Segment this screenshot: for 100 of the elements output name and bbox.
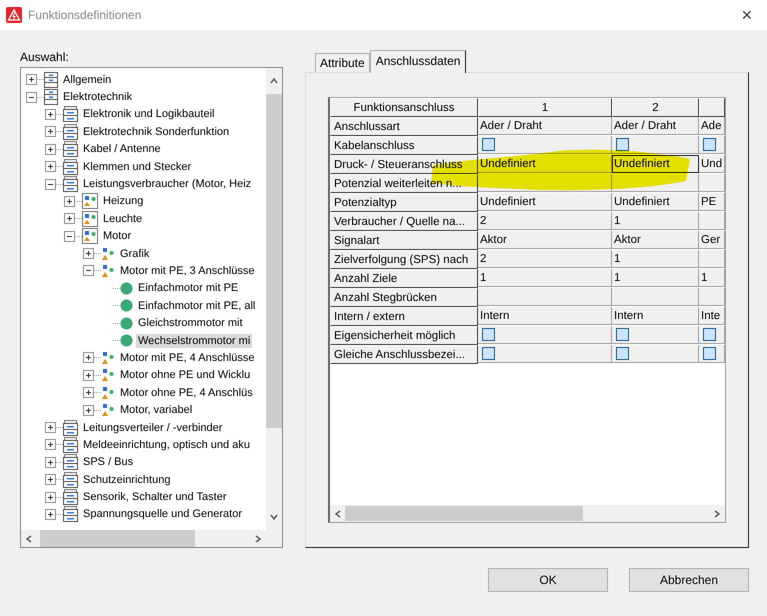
tree-item[interactable]: Einfachmotor mit PE, all [136, 298, 258, 313]
expand-icon[interactable] [45, 422, 56, 433]
circle-icon [120, 282, 133, 295]
tree-item[interactable]: Einfachmotor mit PE [136, 281, 240, 296]
expand-icon[interactable] [45, 456, 56, 468]
vertical-scrollbar[interactable] [266, 68, 282, 530]
expand-icon[interactable] [45, 108, 56, 120]
table-cell: Ade [699, 117, 725, 135]
expand-icon[interactable] [45, 508, 56, 520]
table-cell: 2 [478, 212, 612, 230]
expand-icon[interactable] [83, 352, 94, 364]
cabinet-icon [63, 436, 78, 453]
tree-item[interactable]: Leitungsverteiler / -verbinder [81, 420, 224, 434]
circle-icon [120, 316, 133, 330]
table-cell: Ader / Draht [478, 117, 612, 135]
tab[interactable]: Attribute [315, 53, 370, 72]
cabinet-icon [63, 141, 78, 158]
tree-item[interactable]: Schutzeinrichtung [81, 472, 172, 487]
tree-item[interactable]: Spannungsquelle und Generator [81, 507, 244, 522]
expand-icon[interactable] [64, 196, 75, 207]
table-cell: 1 [612, 250, 699, 268]
tree-item[interactable]: Leistungsverbraucher (Motor, Heiz [81, 177, 254, 192]
table-cell: PE [699, 193, 725, 211]
tab[interactable]: Anschlussdaten [370, 50, 466, 73]
expand-icon[interactable] [26, 74, 37, 86]
cabinet-icon [63, 489, 78, 506]
row-header: Eigensicherheit möglich [330, 326, 478, 345]
collapse-icon[interactable] [26, 92, 37, 103]
horizontal-scrollbar[interactable] [330, 505, 725, 522]
expand-icon[interactable] [45, 492, 56, 503]
table-cell: Intern [478, 307, 612, 325]
circle-icon [120, 334, 133, 348]
tree-item[interactable]: Meldeeinrichtung, optisch und aku [81, 438, 252, 452]
expand-icon[interactable] [83, 248, 94, 260]
tree-item[interactable]: Elektrotechnik Sonderfunktion [81, 124, 232, 139]
collapse-icon[interactable] [45, 178, 56, 190]
expand-icon[interactable] [45, 161, 56, 172]
expand-icon[interactable] [45, 474, 56, 486]
row-header: Gleiche Anschlussbezei... [330, 345, 478, 364]
collapse-icon[interactable] [64, 230, 75, 242]
close-button[interactable]: ✕ [741, 7, 761, 23]
checkbox[interactable] [616, 328, 629, 341]
symbol-group-icon [82, 228, 98, 244]
expand-icon[interactable] [45, 126, 56, 138]
tree-item[interactable]: Elektrotechnik [61, 90, 134, 104]
table-cell: Aktor [612, 231, 699, 249]
tree-item[interactable]: Motor mit PE, 4 Anschlüsse [118, 350, 256, 365]
tree-item[interactable]: Kabel / Antenne [81, 142, 163, 156]
tree-item[interactable]: Motor, variabel [118, 403, 194, 418]
tree-item[interactable]: Allgemein [61, 72, 114, 87]
checkbox[interactable] [616, 347, 629, 360]
table-cell: 1 [699, 269, 725, 287]
tree-item[interactable]: Motor mit PE, 3 Anschlüsse [118, 264, 256, 278]
horizontal-scrollbar[interactable] [21, 530, 266, 547]
table-cell: Inte [699, 307, 725, 325]
checkbox[interactable] [482, 347, 495, 360]
checkbox[interactable] [703, 138, 716, 151]
tree-item[interactable]: Elektronik und Logikbauteil [81, 107, 216, 122]
checkbox[interactable] [482, 138, 495, 151]
tree-item[interactable]: Leuchte [101, 212, 144, 226]
tree-item[interactable]: Motor ohne PE und Wicklu [118, 368, 252, 382]
table-cell: Aktor [478, 231, 612, 249]
table-cell: Undefiniert [612, 193, 699, 211]
row-header: Anzahl Ziele [330, 269, 478, 288]
expand-icon[interactable] [83, 404, 94, 416]
tree-item[interactable]: Gleichstrommotor mit [136, 316, 245, 330]
expand-icon[interactable] [64, 213, 75, 224]
cabinet-icon [63, 472, 78, 488]
cancel-button[interactable]: Abbrechen [629, 568, 749, 592]
table-cell: 1 [612, 212, 699, 230]
expand-icon[interactable] [83, 387, 94, 398]
cabinet-icon [63, 454, 78, 470]
tree-item[interactable]: Klemmen und Stecker [81, 160, 194, 174]
cabinet-icon [63, 176, 78, 192]
row-header: Potenzialtyp [330, 193, 478, 212]
tree-item[interactable]: Motor ohne PE, 4 Anschlüs [118, 386, 255, 400]
ok-button[interactable]: OK [488, 568, 608, 592]
tree-item[interactable]: Heizung [101, 194, 146, 208]
table-cell: Ger [699, 231, 725, 249]
cabinet-icon [63, 420, 78, 436]
checkbox[interactable] [482, 328, 495, 341]
circle-icon [120, 299, 133, 312]
expand-icon[interactable] [45, 144, 56, 155]
tree-item[interactable]: Motor [101, 229, 134, 244]
checkbox[interactable] [703, 328, 716, 341]
tree-item[interactable]: SPS / Bus [81, 455, 136, 470]
cabinet-icon [63, 124, 78, 140]
cabinet-icon [44, 89, 58, 106]
cabinet-icon [63, 106, 78, 122]
expand-icon[interactable] [45, 439, 56, 450]
tree-item[interactable]: Sensorik, Schalter und Taster [81, 490, 228, 504]
tree-label: Auswahl: [20, 50, 70, 64]
checkbox[interactable] [616, 138, 629, 151]
tree-item[interactable]: Grafik [118, 246, 152, 261]
expand-icon[interactable] [83, 370, 94, 381]
tree-item[interactable]: Wechselstrommotor mi [136, 334, 252, 348]
checkbox[interactable] [703, 347, 716, 360]
symbol-group-icon [82, 210, 98, 227]
symbol-group-icon [82, 193, 98, 210]
collapse-icon[interactable] [83, 265, 94, 276]
